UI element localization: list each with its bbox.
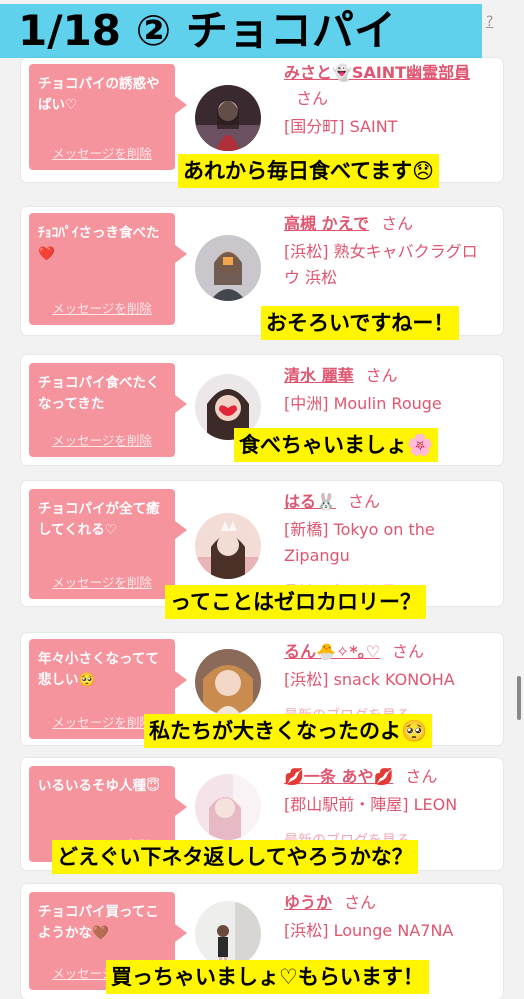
store-info: [国分町] SAINT	[284, 117, 398, 136]
message-text: ﾁｮｺﾊﾟｲさっき食べた❤️	[38, 225, 160, 262]
delete-message-link[interactable]: メッセージを削除	[29, 430, 175, 449]
message-text: チョコパイが全て癒してくれる♡	[38, 501, 160, 538]
avatar[interactable]	[195, 774, 261, 840]
message-bubble: チョコパイの誘惑やばい♡ メッセージを削除	[29, 64, 187, 170]
caption-overlay: 食べちゃいましょ🌸	[234, 428, 439, 462]
honorific: さん	[381, 214, 414, 233]
cast-name-link[interactable]: るん🐣✧*｡♡	[284, 642, 380, 661]
message-text: チョコパイの誘惑やばい♡	[38, 76, 160, 113]
message-bubble: チョコパイ食べたくなってきた メッセージを削除	[29, 363, 187, 457]
honorific: さん	[365, 366, 398, 385]
message-text: いるいるそゆ人種😇	[38, 778, 161, 794]
cast-name-link[interactable]: 清水 麗華	[284, 366, 354, 385]
cast-name-line: みさと👻SAINT幽霊部員さん	[284, 60, 493, 112]
cast-name-link[interactable]: ゆうか	[284, 893, 332, 912]
page-title: 1/18 ② チョコパイ	[0, 4, 482, 58]
message-bubble: ﾁｮｺﾊﾟｲさっき食べた❤️ メッセージを削除	[29, 213, 187, 325]
avatar[interactable]	[195, 649, 261, 715]
store-info: [浜松] 熟女キャバクラグロウ 浜松	[284, 242, 478, 287]
caption-overlay: どえぐい下ネタ返ししてやろうかな？	[52, 840, 418, 874]
cast-name-line: ゆうか さん	[284, 890, 493, 916]
cast-name-line: はる🐰 さん	[284, 489, 493, 515]
message-text: チョコパイ買ってこようかな🤎	[38, 904, 159, 941]
avatar[interactable]	[195, 513, 261, 579]
message-text: 年々小さくなってて悲しい🥺	[38, 651, 159, 688]
honorific: さん	[392, 642, 425, 661]
cast-name-link[interactable]: 高槻 かえで	[284, 214, 369, 233]
caption-overlay: ってことはゼロカロリー？	[165, 585, 426, 619]
store-info: [郡山駅前・陣屋] LEON	[284, 795, 458, 814]
message-text: チョコパイ食べたくなってきた	[38, 375, 160, 412]
cast-name-link[interactable]: 💋一条 あや💋	[284, 767, 393, 786]
store-info: [浜松] snack KONOHA	[284, 670, 455, 689]
honorific: さん	[405, 767, 438, 786]
honorific: さん	[347, 492, 380, 511]
avatar[interactable]	[195, 235, 261, 301]
delete-message-link[interactable]: メッセージを削除	[29, 143, 175, 162]
caption-overlay: おそろいですねー！	[261, 306, 460, 340]
honorific: さん	[344, 893, 377, 912]
cast-name-link[interactable]: みさと👻SAINT幽霊部員	[284, 63, 470, 82]
caption-overlay: あれから毎日食べてます😞	[178, 154, 440, 188]
delete-message-link[interactable]: メッセージを削除	[29, 572, 175, 591]
delete-message-link[interactable]: メッセージを削除	[29, 298, 175, 317]
honorific: さん	[296, 89, 329, 108]
cast-name-link[interactable]: はる🐰	[284, 492, 336, 511]
cast-name-line: 💋一条 あや💋 さん	[284, 764, 493, 790]
cast-name-line: 高槻 かえで さん	[284, 211, 493, 237]
cast-name-line: 清水 麗華 さん	[284, 363, 493, 389]
avatar[interactable]	[195, 85, 261, 151]
store-info: [浜松] Lounge NA7NA	[284, 921, 454, 940]
cast-name-line: るん🐣✧*｡♡ さん	[284, 639, 493, 665]
avatar[interactable]	[195, 901, 261, 967]
caption-overlay: 私たちが大きくなったのよ🥺	[144, 714, 433, 748]
message-bubble: チョコパイが全て癒してくれる♡ メッセージを削除	[29, 489, 187, 599]
help-link[interactable]: ?	[486, 14, 493, 30]
scrollbar[interactable]	[517, 676, 521, 720]
store-info: [中洲] Moulin Rouge	[284, 394, 442, 413]
store-info: [新橋] Tokyo on the Zipangu	[284, 520, 435, 565]
caption-overlay: 買っちゃいましょ♡もらいます！	[106, 960, 429, 994]
